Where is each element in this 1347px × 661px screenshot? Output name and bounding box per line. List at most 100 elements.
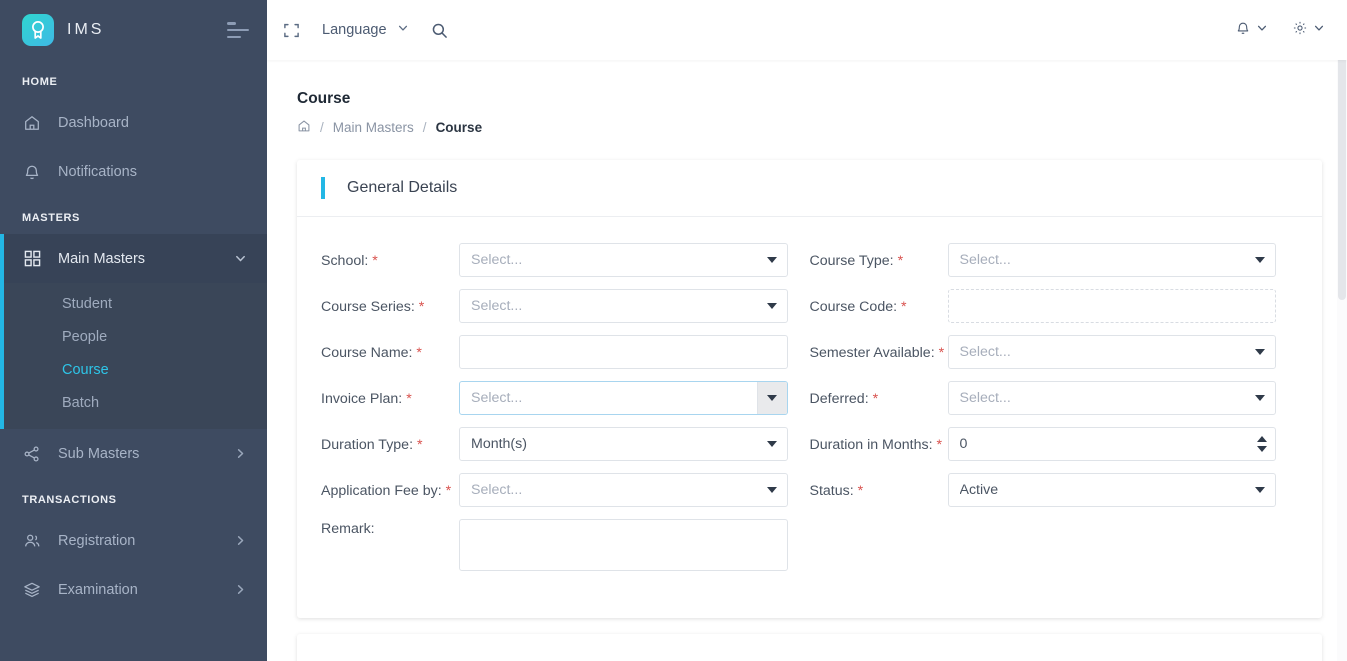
semester-available-select[interactable] [947, 335, 1276, 369]
breadcrumb-parent[interactable]: Main Masters [333, 120, 414, 135]
semester-available-input[interactable] [947, 335, 1276, 369]
sidebar-subitem-student[interactable]: Student [0, 287, 267, 320]
sidebar-subitem-course[interactable]: Course [0, 353, 267, 386]
course-series-input[interactable] [459, 289, 788, 323]
chevron-down-icon [1313, 21, 1325, 39]
label-text: Semester Available: [809, 345, 935, 361]
language-selector[interactable]: Language [322, 22, 409, 38]
chevron-down-icon [397, 22, 409, 38]
sidebar-item-dashboard[interactable]: Dashboard [0, 98, 267, 147]
sidebar-item-main-masters[interactable]: Main Masters [0, 234, 267, 283]
card-body: School: * Select... Course Type: * Selec… [297, 217, 1322, 618]
field-status: Status: * [810, 473, 1276, 507]
form-col-left: Duration Type: * [321, 427, 810, 473]
stepper-up-icon[interactable] [1257, 436, 1267, 442]
course-series-select[interactable] [459, 289, 788, 323]
stepper-down-icon[interactable] [1257, 446, 1267, 452]
share-nodes-icon [22, 445, 42, 463]
users-icon [22, 532, 42, 550]
card-header: General Details [297, 160, 1322, 217]
application-fee-by-input[interactable] [459, 473, 788, 507]
bell-icon [22, 163, 42, 181]
sidebar-item-registration[interactable]: Registration [0, 516, 267, 565]
field-duration-in-months: Duration in Months: * [810, 427, 1276, 461]
form-col-left: Invoice Plan: * [321, 381, 810, 427]
required-marker: * [897, 253, 904, 269]
sidebar-item-label: Notifications [58, 163, 137, 180]
card-title: General Details [347, 179, 458, 196]
field-label: Remark: [321, 519, 459, 537]
vertical-scrollbar[interactable] [1337, 0, 1347, 661]
invoice-plan-dropdown-button[interactable] [756, 382, 787, 414]
required-marker: * [418, 299, 425, 315]
application-fee-by-select[interactable] [459, 473, 788, 507]
course-code-input[interactable] [947, 289, 1276, 323]
sidebar-subitem-people[interactable]: People [0, 320, 267, 353]
field-application-fee-by: Application Fee by: * [321, 473, 788, 507]
sidebar-item-label: Main Masters [58, 250, 146, 267]
bell-icon [1235, 20, 1251, 41]
sidebar-subitem-label: People [62, 328, 108, 345]
home-icon[interactable] [297, 119, 311, 136]
required-marker: * [936, 437, 943, 453]
label-text: School: [321, 253, 369, 269]
duration-months-wrap [947, 427, 1276, 461]
remark-textarea[interactable] [459, 519, 788, 571]
quantity-stepper[interactable] [1257, 436, 1267, 452]
form-col-left: School: * [321, 243, 810, 289]
field-school: School: * [321, 243, 788, 277]
form-col-right: Course Type: * [810, 243, 1299, 289]
chevron-right-icon [234, 447, 247, 460]
course-name-input[interactable] [459, 335, 788, 369]
school-input[interactable] [459, 243, 788, 277]
required-marker: * [445, 483, 452, 499]
app-root: IMS HOME Dashboard Notifications MASTERS… [0, 0, 1347, 661]
accent-bar [321, 177, 325, 199]
brand[interactable]: IMS [22, 14, 104, 46]
fullscreen-icon[interactable] [283, 22, 300, 39]
field-label: Deferred: * [810, 389, 948, 407]
sidebar-subitem-batch[interactable]: Batch [0, 386, 267, 419]
label-text: Duration in Months: [809, 437, 933, 453]
invoice-plan-select[interactable] [459, 381, 788, 415]
form-col-right: Deferred: * [810, 381, 1299, 427]
deferred-input[interactable] [947, 381, 1276, 415]
page-content: Course / Main Masters / Course General D… [267, 60, 1347, 661]
sidebar-item-notifications[interactable]: Notifications [0, 147, 267, 196]
hamburger-icon[interactable] [227, 22, 249, 38]
duration-type-input[interactable] [459, 427, 788, 461]
course-type-select[interactable] [947, 243, 1276, 277]
field-label: Duration in Months: * [810, 435, 948, 453]
status-input[interactable] [947, 473, 1276, 507]
sidebar-item-label: Sub Masters [58, 445, 140, 462]
form-col-left: Course Series: * [321, 289, 810, 335]
sidebar-section-masters: MASTERS [22, 212, 80, 224]
deferred-select[interactable] [947, 381, 1276, 415]
status-select[interactable] [947, 473, 1276, 507]
form-col-right: Duration in Months: * [810, 427, 1299, 473]
school-select[interactable] [459, 243, 788, 277]
field-label: Course Name: * [321, 343, 459, 361]
required-marker: * [416, 437, 423, 453]
sidebar-section-transactions: TRANSACTIONS [22, 494, 117, 506]
field-label: Course Code: * [810, 297, 948, 315]
settings-menu[interactable] [1292, 20, 1325, 41]
sidebar-item-sub-masters[interactable]: Sub Masters [0, 429, 267, 478]
form-row: Remark: [321, 519, 1298, 588]
general-details-card: General Details School: * Select... Cour… [297, 160, 1322, 618]
form-row: Application Fee by: * Select... Status: … [321, 473, 1298, 519]
search-icon[interactable] [431, 22, 448, 39]
notifications-menu[interactable] [1235, 20, 1268, 41]
main-area: Language Course / Main Masters / Course … [267, 0, 1347, 661]
duration-months-input[interactable] [947, 427, 1276, 461]
field-course-type: Course Type: * [810, 243, 1276, 277]
invoice-plan-input[interactable] [459, 381, 788, 415]
duration-type-select[interactable] [459, 427, 788, 461]
sidebar-item-examination[interactable]: Examination [0, 565, 267, 614]
chevron-right-icon [234, 583, 247, 596]
field-label: Course Type: * [810, 251, 948, 269]
breadcrumb-current: Course [435, 120, 483, 135]
form-col-right: Course Code: * [810, 289, 1299, 335]
course-type-input[interactable] [947, 243, 1276, 277]
sidebar-subitem-label: Batch [62, 394, 100, 411]
